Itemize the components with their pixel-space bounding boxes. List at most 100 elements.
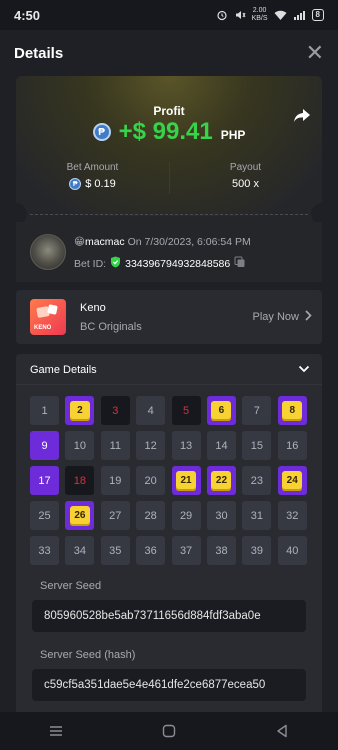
- keno-cell: 21: [171, 466, 201, 495]
- keno-cell: 2: [65, 396, 95, 425]
- chevron-down-icon[interactable]: [298, 362, 310, 380]
- keno-cell: 30: [206, 501, 236, 530]
- keno-cell: 37: [171, 536, 201, 565]
- wifi-icon: [274, 10, 287, 21]
- divider: [169, 162, 170, 194]
- avatar[interactable]: [30, 234, 66, 270]
- battery-icon: 8: [311, 9, 324, 21]
- keno-cell: 11: [100, 431, 130, 460]
- dashed-divider: [30, 214, 308, 215]
- keno-cell: 38: [206, 536, 236, 565]
- close-button[interactable]: ✕: [306, 42, 324, 64]
- keno-cell: 40: [277, 536, 307, 565]
- signal-icon: [293, 10, 306, 21]
- game-details-title: Game Details: [30, 364, 97, 376]
- thumb-text: KENO: [34, 325, 52, 331]
- keno-cell: 9: [30, 431, 59, 460]
- keno-thumbnail: KENO: [30, 299, 66, 335]
- keno-cell: 5: [171, 396, 201, 425]
- game-provider: BC Originals: [80, 321, 142, 333]
- keno-cell: 19: [100, 466, 130, 495]
- chevron-right-icon: [305, 310, 312, 324]
- profit-amount: +$ 99.41: [118, 118, 213, 145]
- recents-icon[interactable]: [45, 720, 67, 742]
- play-now-button[interactable]: Play Now: [253, 310, 312, 324]
- peso-coin-icon: ₱: [92, 123, 111, 141]
- keno-cell: 13: [171, 431, 201, 460]
- server-seed-hash-label: Server Seed (hash): [40, 649, 136, 661]
- keno-cell: 16: [277, 431, 307, 460]
- network-speed: 2.00 KB/S: [251, 7, 268, 22]
- status-icons: 2.00 KB/S 8: [216, 7, 324, 23]
- keno-cell: 4: [136, 396, 166, 425]
- bet-amount-value: $ 0.19: [85, 178, 116, 190]
- keno-cell: 27: [100, 501, 130, 530]
- keno-cell: 26: [65, 501, 95, 530]
- bet-amount-label: Bet Amount: [66, 162, 119, 173]
- keno-hit-gem: 22: [211, 470, 232, 491]
- keno-cell: 32: [277, 501, 307, 530]
- bet-time: On 7/30/2023, 6:06:54 PM: [127, 236, 251, 248]
- username[interactable]: macmac: [85, 236, 125, 248]
- alarm-icon: [216, 9, 228, 21]
- keno-cell: 29: [171, 501, 201, 530]
- keno-cell: 33: [30, 536, 59, 565]
- thumb-ball: [47, 304, 58, 315]
- home-icon[interactable]: [158, 720, 180, 742]
- keno-hit-gem: 21: [176, 470, 197, 491]
- server-seed-field[interactable]: 805960528be5ab73711656d884fdf3aba0e: [32, 600, 306, 632]
- payout-label: Payout: [229, 162, 262, 173]
- keno-cell: 6: [206, 396, 236, 425]
- keno-hit-gem: 8: [282, 400, 303, 421]
- keno-cell: 14: [206, 431, 236, 460]
- keno-cell: 17: [30, 466, 59, 495]
- status-bar: 4:50 2.00 KB/S 8: [0, 0, 338, 30]
- keno-cell: 7: [242, 396, 272, 425]
- details-content[interactable]: Profit ₱ +$ 99.41 PHP Bet Amount ₱ $ 0.1…: [0, 76, 338, 712]
- mute-icon: [234, 9, 246, 21]
- keno-grid: 1 2 3 4 5 6 7 8 9 10 11 12 13 14 15 16 17 18 19 20 21 22 23 24 2…: [30, 396, 307, 565]
- profit-label: Profit: [153, 104, 185, 118]
- keno-cell: 24: [277, 466, 307, 495]
- verified-shield-icon: [110, 256, 121, 271]
- keno-cell: 15: [242, 431, 272, 460]
- game-name: Keno: [80, 302, 106, 314]
- keno-hit-gem: 6: [211, 400, 232, 421]
- keno-cell: 12: [136, 431, 166, 460]
- user-line: 😁macmac On 7/30/2023, 6:06:54 PM: [74, 236, 251, 248]
- profit-row: ₱ +$ 99.41 PHP: [16, 118, 322, 146]
- status-time: 4:50: [14, 7, 41, 23]
- keno-cell: 36: [136, 536, 166, 565]
- keno-cell: 1: [30, 396, 59, 425]
- page-title: Details: [14, 44, 64, 62]
- system-nav-bar: [0, 712, 338, 750]
- keno-cell: 10: [65, 431, 95, 460]
- keno-cell: 34: [65, 536, 95, 565]
- share-icon[interactable]: [292, 106, 312, 126]
- keno-cell: 35: [100, 536, 130, 565]
- play-now-label: Play Now: [252, 311, 299, 323]
- back-icon[interactable]: [271, 720, 293, 742]
- payout-col: Payout 500 x: [169, 156, 322, 202]
- keno-hit-gem: 2: [69, 400, 90, 421]
- keno-cell: 39: [242, 536, 272, 565]
- bet-id-label: Bet ID:: [74, 257, 107, 270]
- user-card: 😁macmac On 7/30/2023, 6:06:54 PM Bet ID:…: [16, 222, 322, 282]
- bet-amount-col: Bet Amount ₱ $ 0.19: [16, 156, 169, 202]
- keno-cell: 18: [65, 466, 95, 495]
- keno-cell: 23: [242, 466, 272, 495]
- keno-cell: 25: [30, 501, 59, 530]
- game-card[interactable]: KENO Keno BC Originals Play Now: [16, 290, 322, 344]
- keno-cell: 20: [136, 466, 166, 495]
- game-details-card: Game Details 1 2 3 4 5 6 7 8 9 10 11 12 13 14 15 16 17 18…: [16, 354, 322, 712]
- keno-cell: 22: [206, 466, 236, 495]
- bet-id: 334396794932848586: [125, 257, 231, 270]
- server-seed-label: Server Seed: [40, 580, 102, 592]
- copy-icon[interactable]: [234, 256, 246, 271]
- user-emoji: 😁: [74, 236, 85, 248]
- server-seed-hash-field[interactable]: c59cf5a351dae5e4e461dfe2ce6877ecea50: [32, 669, 306, 701]
- details-header: Details ✕: [0, 30, 338, 76]
- keno-cell: 28: [136, 501, 166, 530]
- bet-amount-value-row: ₱ $ 0.19: [16, 178, 169, 190]
- keno-hit-gem: 26: [69, 505, 90, 526]
